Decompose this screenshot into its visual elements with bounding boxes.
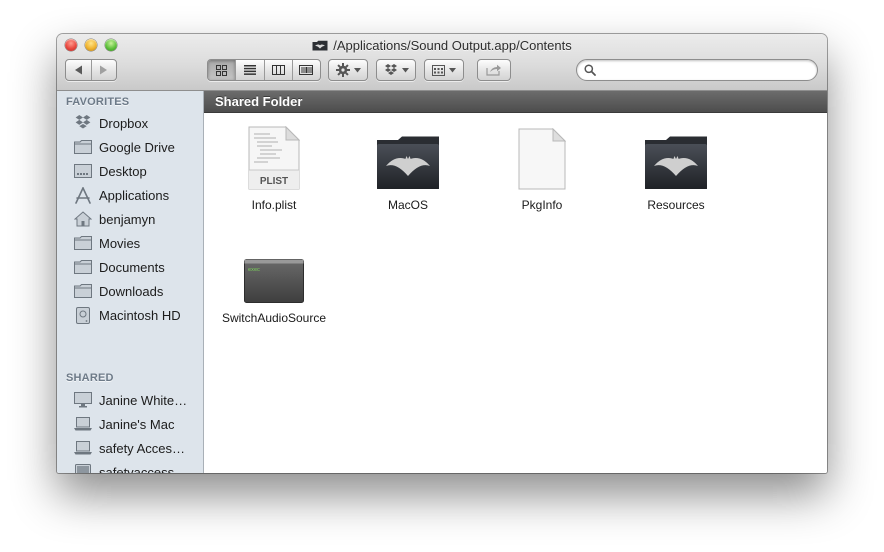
dropbox-menu-button[interactable]	[376, 59, 416, 81]
sidebar-item-label: Janine White…	[99, 392, 188, 408]
list-view-button[interactable]	[236, 60, 265, 80]
back-button[interactable]	[66, 60, 92, 80]
hard-drive-icon	[73, 306, 93, 324]
window-title-text: /Applications/Sound Output.app/Contents	[333, 38, 572, 53]
home-icon	[73, 210, 93, 228]
file-browser: Shared Folder PLIST Info.plist MacOS Pkg…	[204, 91, 827, 473]
plist-badge: PLIST	[260, 176, 288, 187]
plist-file-icon: PLIST	[248, 126, 300, 190]
forward-arrow-icon	[100, 65, 108, 75]
folder-icon	[73, 258, 93, 276]
file-name: Info.plist	[251, 198, 297, 212]
window-title: /Applications/Sound Output.app/Contents	[57, 38, 827, 54]
display-icon	[73, 391, 93, 409]
sidebar-item-label: Google Drive	[99, 139, 175, 155]
file-item-pkginfo[interactable]: PkgInfo	[482, 124, 602, 212]
file-name: SwitchAudioSource	[221, 311, 327, 325]
file-name: PkgInfo	[521, 198, 563, 212]
sidebar-item-label: Macintosh HD	[99, 307, 181, 323]
back-forward-buttons	[65, 59, 117, 81]
finder-window: /Applications/Sound Output.app/Contents	[57, 34, 827, 473]
folder-header: Shared Folder	[204, 91, 827, 113]
file-item-resources[interactable]: Resources	[616, 124, 736, 212]
arrange-icon	[432, 64, 445, 76]
file-item-info-plist[interactable]: PLIST Info.plist	[214, 124, 334, 212]
sidebar-item-label: Downloads	[99, 283, 164, 299]
sidebar-item-label: benjamyn	[99, 211, 156, 227]
sidebar-item-label: Desktop	[99, 163, 147, 179]
sidebar-item-shared-safetyaccess[interactable]: safetyaccess…	[73, 461, 201, 473]
sidebar-item-label: safetyaccess…	[99, 464, 188, 474]
sidebar-item-dropbox[interactable]: Dropbox	[73, 112, 201, 134]
sidebar-item-shared-janine-white[interactable]: Janine White…	[73, 389, 201, 411]
sidebar: FAVORITES Dropbox Google Drive Desktop A…	[57, 91, 204, 473]
sidebar-item-label: Dropbox	[99, 115, 149, 131]
folder-icon	[73, 282, 93, 300]
applications-icon	[73, 186, 93, 204]
sidebar-item-home[interactable]: benjamyn	[73, 208, 201, 230]
chevron-down-icon	[449, 67, 456, 72]
sidebar-item-google-drive[interactable]: Google Drive	[73, 136, 201, 158]
sidebar-item-applications[interactable]: Applications	[73, 184, 201, 206]
sidebar-item-label: Janine's Mac	[99, 416, 175, 432]
batman-folder-icon	[312, 40, 328, 51]
arrange-menu-button[interactable]	[424, 59, 464, 81]
dropbox-icon	[384, 63, 397, 75]
file-item-macos[interactable]: MacOS	[348, 124, 468, 212]
icon-view-icon	[216, 64, 228, 76]
sidebar-item-label: Movies	[99, 235, 141, 251]
laptop-icon	[73, 439, 93, 457]
search-input[interactable]	[601, 61, 810, 81]
share-icon	[486, 64, 501, 76]
sidebar-item-label: Documents	[99, 259, 165, 275]
back-arrow-icon	[74, 65, 82, 75]
chevron-down-icon	[353, 67, 361, 72]
file-name: MacOS	[387, 198, 428, 212]
batman-folder-icon	[377, 136, 439, 189]
folder-icon	[73, 234, 93, 252]
sidebar-item-macintosh-hd[interactable]: Macintosh HD	[73, 304, 201, 326]
column-view-button[interactable]	[265, 60, 293, 80]
executable-icon: exec	[244, 259, 304, 303]
list-view-icon	[243, 65, 256, 75]
exec-badge: exec	[248, 267, 260, 273]
display-icon	[73, 463, 93, 473]
desktop-icon	[73, 162, 93, 180]
sidebar-item-label: safety Acces…	[99, 440, 185, 456]
file-item-switchaudiosource[interactable]: exec SwitchAudioSource	[214, 251, 334, 325]
folder-icon	[73, 138, 93, 156]
sidebar-item-desktop[interactable]: Desktop	[73, 160, 201, 182]
favorites-header: FAVORITES	[66, 96, 130, 108]
sidebar-item-shared-safety-acces[interactable]: safety Acces…	[73, 437, 201, 459]
share-button[interactable]	[477, 59, 511, 81]
file-name: Resources	[647, 198, 705, 212]
coverflow-view-button[interactable]	[293, 60, 320, 80]
gear-icon	[335, 63, 350, 77]
forward-button[interactable]	[92, 60, 117, 80]
view-mode-control	[207, 59, 321, 81]
coverflow-view-icon	[299, 65, 314, 75]
action-menu-button[interactable]	[328, 59, 368, 81]
laptop-icon	[73, 415, 93, 433]
sidebar-item-downloads[interactable]: Downloads	[73, 280, 201, 302]
blank-file-icon	[518, 128, 566, 190]
chevron-down-icon	[401, 67, 409, 72]
batman-folder-icon	[645, 136, 707, 189]
sidebar-item-label: Applications	[99, 187, 170, 203]
sidebar-item-documents[interactable]: Documents	[73, 256, 201, 278]
sidebar-item-movies[interactable]: Movies	[73, 232, 201, 254]
sidebar-item-shared-janines-mac[interactable]: Janine's Mac	[73, 413, 201, 435]
search-icon	[584, 64, 596, 76]
icon-view-button[interactable]	[208, 60, 237, 80]
search-field[interactable]	[576, 59, 818, 81]
toolbar: /Applications/Sound Output.app/Contents	[57, 34, 827, 91]
column-view-icon	[271, 65, 285, 75]
dropbox-icon	[73, 114, 93, 132]
shared-header: SHARED	[66, 372, 114, 384]
